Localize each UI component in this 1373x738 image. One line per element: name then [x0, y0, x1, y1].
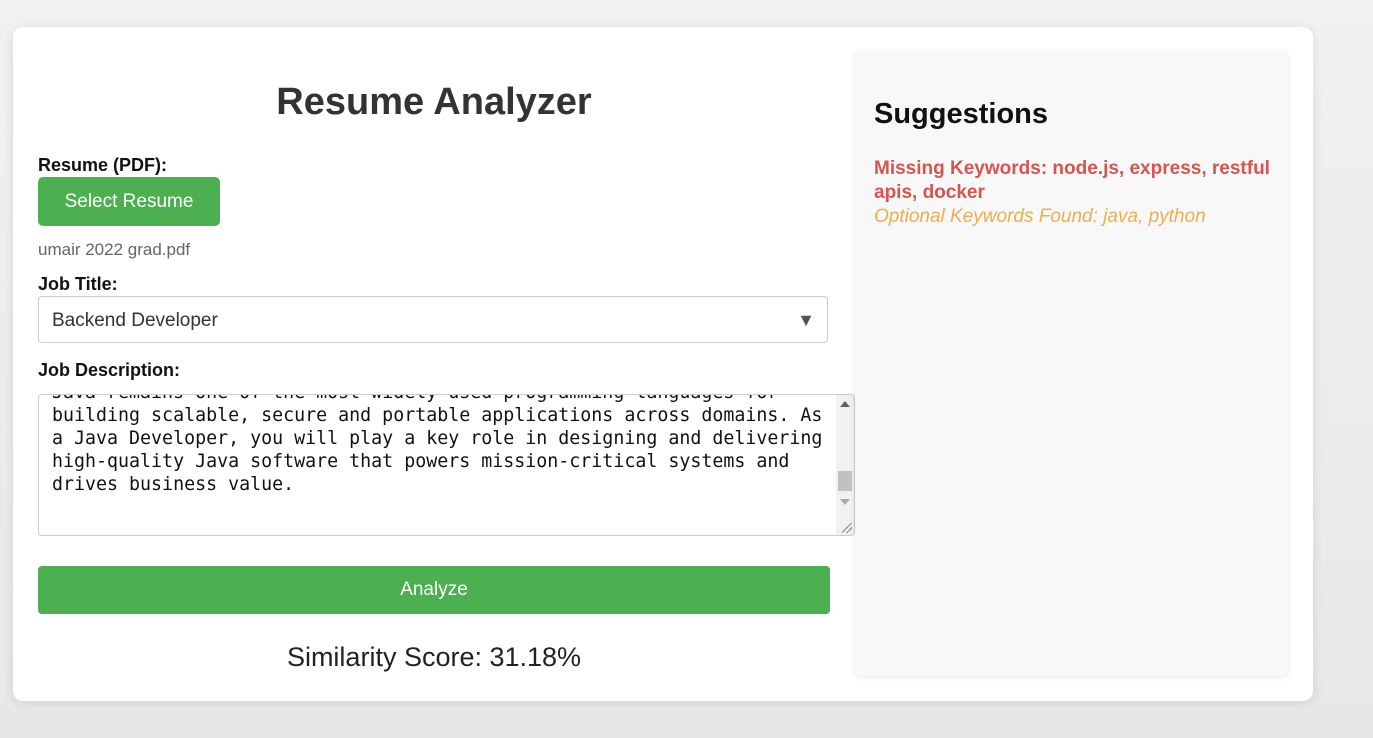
select-resume-button[interactable]: Select Resume: [38, 177, 220, 226]
selected-file-name: umair 2022 grad.pdf: [38, 240, 191, 259]
scrollbar-thumb[interactable]: [838, 471, 852, 491]
job-description-text: Java remains one of the most widely used…: [52, 395, 823, 495]
suggestions-panel: Suggestions Missing Keywords: node.js, e…: [855, 51, 1288, 676]
suggestions-title: Suggestions: [874, 98, 1049, 130]
job-description-textarea[interactable]: Java remains one of the most widely used…: [38, 394, 855, 536]
analyzer-form: Resume Analyzer Resume (PDF): Select Res…: [38, 27, 855, 701]
optional-keywords: Optional Keywords Found: java, python: [874, 206, 1206, 227]
similarity-score: Similarity Score: 31.18%: [286, 642, 582, 672]
textarea-scrollbar[interactable]: [836, 395, 854, 535]
scroll-up-icon[interactable]: [840, 401, 850, 407]
main-card: Resume Analyzer Resume (PDF): Select Res…: [13, 27, 1313, 701]
job-title-label: Job Title:: [38, 274, 118, 294]
analyze-button[interactable]: Analyze: [38, 566, 830, 614]
job-title-selected-value: Backend Developer: [52, 310, 218, 331]
job-title-select[interactable]: Backend Developer ▼: [38, 296, 828, 343]
chevron-down-icon: ▼: [797, 310, 815, 330]
job-description-label: Job Description:: [38, 360, 181, 380]
resize-grip-icon[interactable]: [842, 523, 852, 533]
resume-label: Resume (PDF):: [38, 155, 168, 175]
scroll-down-icon[interactable]: [840, 499, 850, 505]
missing-keywords: Missing Keywords: node.js, express, rest…: [874, 158, 1270, 203]
page-title: Resume Analyzer: [276, 81, 592, 123]
